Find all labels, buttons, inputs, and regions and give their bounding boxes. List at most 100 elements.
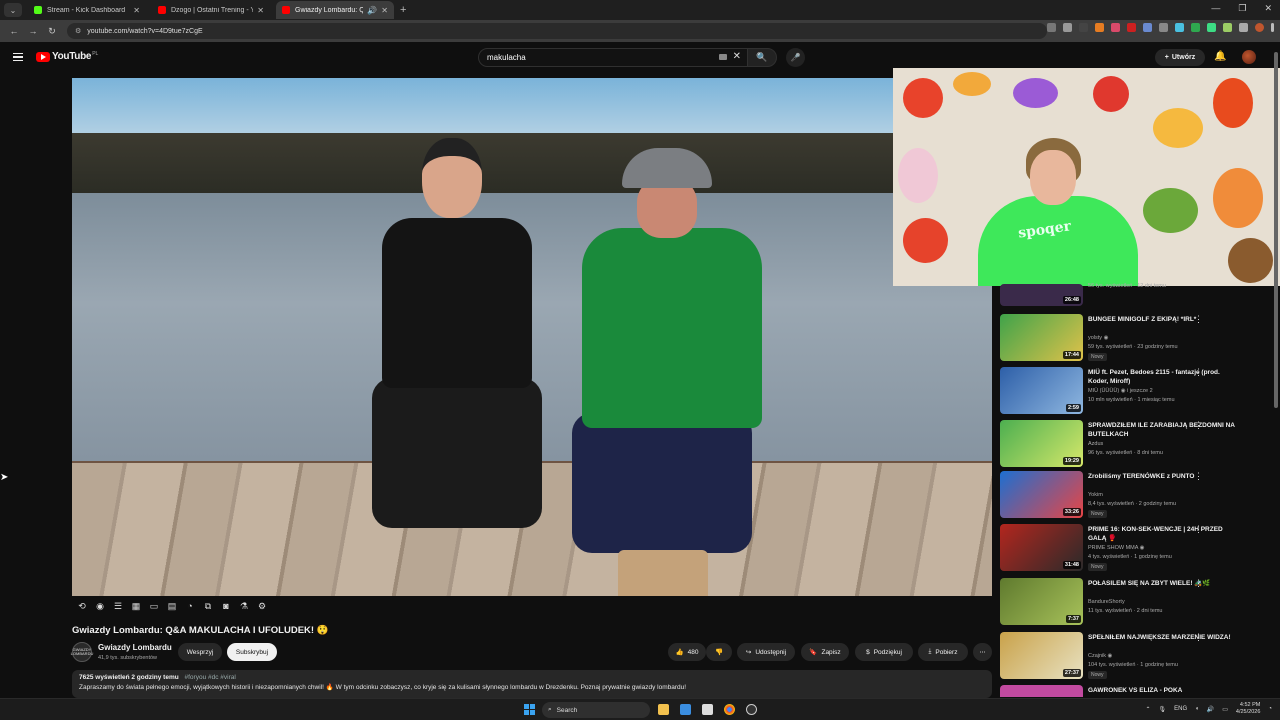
subscribe-button[interactable]: Subskrybuj [227,643,277,661]
more-vert-icon[interactable]: ⋮ [1194,314,1203,325]
url-field[interactable]: ⚙ youtube.com/watch?v=4D9tue7zCgE [67,23,1047,39]
voice-search-button[interactable]: 🎤 [786,48,805,67]
site-info-icon[interactable]: ⚙ [75,27,81,35]
tab-search-button[interactable]: ⌄ [4,3,22,17]
close-icon[interactable]: ✕ [257,6,264,15]
channel-name[interactable]: Azdus [1088,441,1103,447]
clear-search-icon[interactable]: ✕ [733,51,741,62]
channel-name[interactable]: Gwiazdy Lombardu [98,643,172,652]
thanks-button[interactable]: $ Podziękuj [855,643,913,661]
mic-icon[interactable]: 🎙 [1158,706,1166,713]
extension-icon[interactable] [1095,23,1104,32]
extension-icon[interactable] [1159,23,1168,32]
more-vert-icon[interactable]: ⋮ [1194,524,1203,535]
video-thumbnail[interactable]: 19:29 [1000,420,1083,467]
language-indicator[interactable]: ENG [1174,706,1187,712]
more-vert-icon[interactable]: ⋮ [1194,632,1203,643]
like-button[interactable]: 👍 480 [668,643,706,661]
tab-kick[interactable]: Stream - Kick Dashboard ✕ [28,1,146,19]
channel-name[interactable]: Yokim [1088,492,1103,498]
list-item[interactable]: 17:44 BUNGEE MINIGOLF Z EKIPĄ! *IRL* yol… [1000,314,1272,364]
video-title[interactable]: SPRAWDZIŁEM ILE ZARABIAJĄ BEZDOMNI NA BU… [1088,421,1238,439]
close-icon[interactable]: ✕ [381,6,388,15]
dislike-button[interactable]: 👎 [706,643,732,661]
maximize-icon[interactable]: ❐ [1238,3,1246,14]
video-thumbnail[interactable]: 33:26 [1000,471,1083,518]
video-title[interactable]: PRIME 16: KON-SEK-WENCJE | 24H PRZED GAL… [1088,525,1238,543]
keyboard-icon[interactable] [719,54,727,60]
clock[interactable]: 4:52 PM 4/25/2026 [1236,702,1260,716]
video-description[interactable]: 7625 wyświetleń 2 godziny temu #foryou #… [72,670,992,698]
settings-gear-icon[interactable]: ⚙ [256,600,268,612]
page-scrollbar[interactable] [1274,52,1278,408]
list-item[interactable]: 27:37 SPEŁNIŁEM NAJWIĘKSZE MARZENIE WIDZ… [1000,632,1272,682]
channel-name[interactable]: BandureShorty [1088,599,1125,605]
video-thumbnail[interactable]: 17:44 [1000,314,1083,361]
notifications-bell-icon[interactable]: 🔔 [1214,51,1226,62]
audio-icon[interactable]: ◉ [94,600,106,612]
account-avatar[interactable] [1242,50,1256,64]
extension-icon[interactable] [1175,23,1184,32]
video-title[interactable]: Zrobiliśmy TERENÓWKE z PUNTO [1088,472,1238,481]
video-thumbnail[interactable]: 27:37 [1000,632,1083,679]
more-vert-icon[interactable]: ⋮ [1194,578,1203,589]
list-item[interactable]: 31:48 PRIME 16: KON-SEK-WENCJE | 24H PRZ… [1000,524,1272,574]
list-item[interactable]: 7:37 POŁASILEM SIĘ NA ZBYT WIELE! 🚜🌿 Ban… [1000,578,1272,628]
extension-icon[interactable] [1111,23,1120,32]
flask-icon[interactable]: ⚗ [238,600,250,612]
search-input[interactable]: makulacha ✕ [478,48,748,67]
volume-icon[interactable]: 🔊 [1207,706,1214,713]
extension-icon[interactable] [1143,23,1152,32]
save-button[interactable]: 🔖 Zapisz [801,643,849,661]
pip-icon[interactable]: ⧉ [202,600,214,612]
extensions-puzzle-icon[interactable] [1239,23,1248,32]
more-vert-icon[interactable]: ⋮ [1194,367,1203,378]
wifi-icon[interactable]: ◖ [1195,706,1199,712]
menu-dots-icon[interactable] [1271,23,1274,32]
calendar-app-icon[interactable] [702,704,713,715]
video-title[interactable]: MIÜ ft. Pezet, Bedoes 2115 - fantazje (p… [1088,368,1238,386]
speaker-icon[interactable]: 🔊 [367,6,377,15]
channel-name[interactable]: PRIME SHOW MMA ◉ [1088,545,1144,551]
extension-icon[interactable] [1127,23,1136,32]
bookmark-star-icon[interactable] [1063,23,1072,32]
file-explorer-icon[interactable] [658,704,669,715]
list-item[interactable]: 19:29 SPRAWDZIŁEM ILE ZARABIAJĄ BEZDOMNI… [1000,420,1272,470]
extension-icon[interactable] [1079,23,1088,32]
obs-icon[interactable] [746,704,757,715]
download-button[interactable]: ⤓ Pobierz [918,643,968,661]
channel-avatar[interactable]: GWIAZDY LOMBARDU [71,642,93,662]
video-title[interactable]: BUNGEE MINIGOLF Z EKIPĄ! *IRL* [1088,315,1238,324]
reload-icon[interactable]: ↻ [47,26,57,37]
windows-start-icon[interactable] [524,704,535,715]
video-thumbnail[interactable]: 7:37 [1000,578,1083,625]
video-thumbnail[interactable]: 31:48 [1000,524,1083,571]
create-button[interactable]: + Utwórz [1155,49,1205,66]
extension-icon[interactable] [1207,23,1216,32]
screenshot-icon[interactable]: ◙ [220,600,232,612]
more-actions-button[interactable]: ⋯ [973,643,992,661]
chrome-icon[interactable] [724,704,735,715]
tab-youtube-active[interactable]: Gwiazdy Lombardu: Q&A M 🔊 ✕ [276,1,394,19]
video-thumbnail[interactable]: 2:59 [1000,367,1083,414]
playlist-icon[interactable]: ☰ [112,600,124,612]
more-vert-icon[interactable]: ⋮ [1194,471,1203,482]
photos-icon[interactable] [680,704,691,715]
close-icon[interactable]: ✕ [133,6,140,15]
forward-icon[interactable]: → [28,26,38,36]
video-title[interactable]: GAWRONEK VS ELIZA - POKA [1088,686,1238,695]
extension-icon[interactable] [1223,23,1232,32]
video-title[interactable]: SPEŁNIŁEM NAJWIĘKSZE MARZENIE WIDZA! [1088,633,1238,642]
speed-icon[interactable]: ◔ [184,600,196,612]
channel-name[interactable]: Czajnik ◉ [1088,653,1112,659]
video-thumbnail[interactable]: 26:48 [1000,284,1083,306]
install-icon[interactable] [1047,23,1056,32]
frame-icon[interactable]: ▭ [148,600,160,612]
list-item[interactable]: 33:26 Zrobiliśmy TERENÓWKE z PUNTO Yokim… [1000,471,1272,521]
video-title[interactable]: POŁASILEM SIĘ NA ZBYT WIELE! 🚜🌿 [1088,579,1238,588]
close-window-icon[interactable]: ✕ [1264,3,1272,14]
join-button[interactable]: Wesprzyj [178,643,222,661]
menu-icon[interactable] [13,53,23,61]
new-tab-button[interactable]: + [400,4,406,16]
video-thumbnail[interactable] [1000,685,1083,697]
